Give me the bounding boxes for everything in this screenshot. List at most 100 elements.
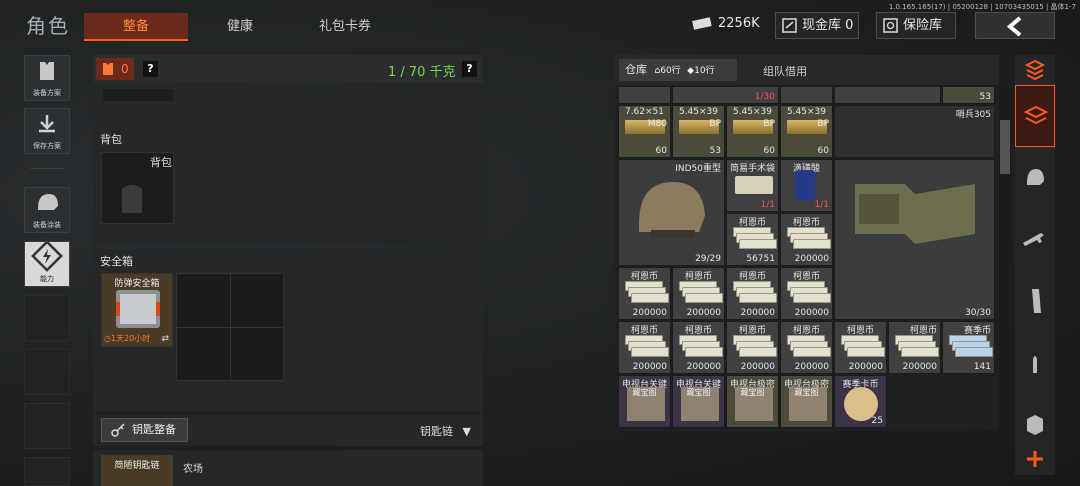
backpack-slot-label: 背包	[150, 156, 172, 169]
helmet-item[interactable]: IND50重型 29/29	[618, 159, 725, 266]
category-all[interactable]	[1015, 85, 1055, 147]
cash-item[interactable]: 柯恩币 200000	[780, 213, 833, 266]
map-item[interactable]: 电视台极密 藏宝图	[780, 375, 833, 428]
cash-item[interactable]: 柯恩币 200000	[672, 267, 725, 320]
safe-box-timer: ◷1天20小时	[104, 333, 150, 344]
stash-item[interactable]	[618, 86, 671, 104]
armor-help-button[interactable]: ?	[143, 61, 158, 77]
season-card-coin-item[interactable]: 赛季卡币 25	[834, 375, 887, 428]
equipment-slot[interactable]	[103, 89, 173, 101]
weight-help-button[interactable]: ?	[462, 61, 477, 77]
box-icon	[1027, 415, 1043, 435]
stash-scrollbar[interactable]	[999, 86, 1011, 431]
item-count: 56751	[746, 254, 775, 264]
cash-item[interactable]: 柯恩币 200000	[618, 321, 671, 374]
paint-label: 装备涂装	[33, 221, 61, 229]
loadout-plan-button[interactable]: 装备方案	[24, 55, 70, 101]
ammo-item[interactable]: 5.45×39 BP 60	[780, 105, 833, 158]
cash-item[interactable]: 柯恩币 200000	[834, 321, 887, 374]
save-plan-button[interactable]: 保存方案	[24, 108, 70, 154]
rifle-icon	[1023, 233, 1044, 246]
item-count: 200000	[794, 254, 829, 264]
keychain-item[interactable]: 简陋钥匙链	[101, 455, 173, 486]
item-name: 简易手术袋	[729, 164, 775, 174]
item-count: 1/30	[754, 92, 775, 102]
layers-icon	[1023, 105, 1049, 125]
item-count: 200000	[740, 308, 775, 318]
cash-item[interactable]: 柯恩币 200000	[672, 321, 725, 374]
top-bar: 角色 整备 健康 礼包卡券 1.0.165.165(17) | 05200128…	[0, 0, 1080, 44]
stash-item[interactable]	[780, 86, 833, 104]
back-button[interactable]	[975, 12, 1055, 39]
map-item[interactable]: 电视台关键 藏宝图	[618, 375, 671, 428]
safe-box-title: 安全箱	[100, 255, 133, 268]
tab-equip[interactable]: 整备	[84, 13, 188, 41]
stash-item[interactable]: 53	[942, 86, 995, 104]
stash-item[interactable]: 1/30	[672, 86, 779, 104]
category-misc[interactable]	[1015, 403, 1055, 447]
keychain-dropdown[interactable]: 钥匙链 ▼	[420, 423, 471, 439]
backpack-slot[interactable]: 背包	[101, 152, 174, 224]
money-amount: 2256K	[718, 16, 760, 31]
sort-icon	[1024, 59, 1046, 81]
scrollbar-thumb[interactable]	[1000, 120, 1010, 174]
safe-box-section: 安全箱 防弹安全箱 ◷1天20小时 ⇄	[93, 249, 483, 412]
ammo-item[interactable]: 5.45×39 BP 60	[726, 105, 779, 158]
safe-vault-button[interactable]: 保险库	[876, 12, 956, 39]
money-display: 2256K	[692, 16, 760, 31]
item-name: 5.45×39	[786, 107, 827, 117]
item-sub: BP	[709, 119, 721, 129]
item-count: 200000	[902, 362, 937, 372]
surgery-kit-item[interactable]: 简易手术袋 1/1	[726, 159, 779, 212]
item-sub: 藏宝图	[686, 388, 711, 397]
stash-item[interactable]: 哨兵305	[834, 105, 995, 158]
cash-item[interactable]: 柯恩币 200000	[888, 321, 941, 374]
cash-stack-icon	[787, 227, 831, 249]
ammo-item[interactable]: 7.62×51 M80 60	[618, 105, 671, 158]
cash-item[interactable]: 柯恩币 200000	[780, 321, 833, 374]
swap-icon: ⇄	[161, 334, 169, 344]
cash-item[interactable]: 柯恩币 200000	[726, 321, 779, 374]
category-weapon[interactable]	[1015, 217, 1055, 261]
stash-tab[interactable]: 仓库 ⌂60行 ◆10行	[619, 59, 737, 81]
safe-box-item[interactable]: 防弹安全箱 ◷1天20小时 ⇄	[101, 273, 173, 347]
cash-item[interactable]: 柯恩币 200000	[780, 267, 833, 320]
season-coin-item[interactable]: 赛季币 141	[942, 321, 995, 374]
cash-stack-icon	[895, 335, 939, 357]
key-equip-button[interactable]: 钥匙整备	[101, 418, 188, 442]
bullet-icon	[1033, 356, 1037, 373]
item-count: 60	[655, 146, 667, 156]
item-count: 53	[979, 92, 991, 102]
map-item[interactable]: 电视台极密 藏宝图	[726, 375, 779, 428]
vest-item[interactable]: 30/30	[834, 159, 995, 320]
cash-stack-icon	[733, 227, 777, 249]
category-ammo[interactable]	[1015, 341, 1055, 385]
armor-badge: 0	[96, 58, 134, 80]
ammo-item[interactable]: 5.45×39 BP 53	[672, 105, 725, 158]
item-count: 29/29	[695, 254, 721, 264]
add-category-button[interactable]	[1015, 443, 1055, 475]
map-item[interactable]: 电视台关键 藏宝图	[672, 375, 725, 428]
ability-button[interactable]: 能力	[24, 240, 70, 287]
loadout-header: 0 ? 1 / 70 千克 ?	[93, 55, 483, 83]
empty-nav-slot	[24, 403, 70, 449]
cash-vault-button[interactable]: 现金库 0	[775, 12, 859, 39]
item-count: 53	[709, 146, 721, 156]
cash-item[interactable]: 柯恩币 56751	[726, 213, 779, 266]
cash-stack-icon	[733, 335, 777, 357]
cash-item[interactable]: 柯恩币 200000	[618, 267, 671, 320]
surgery-kit-icon	[735, 176, 773, 194]
item-sub: M80	[647, 119, 667, 129]
paint-button[interactable]: 装备涂装	[24, 187, 70, 233]
tab-health[interactable]: 健康	[196, 13, 284, 41]
item-sub: 藏宝图	[632, 388, 657, 397]
safe-box-grid[interactable]	[176, 273, 284, 381]
tab-gift-cards[interactable]: 礼包卡券	[296, 13, 394, 41]
cash-item[interactable]: 柯恩币 200000	[726, 267, 779, 320]
stash-item[interactable]	[834, 86, 941, 104]
category-magazine[interactable]	[1015, 279, 1055, 323]
squad-borrow-tab[interactable]: 组队借用	[763, 63, 807, 79]
category-helmet[interactable]	[1015, 155, 1055, 199]
chevron-down-icon: ▼	[462, 425, 471, 438]
acid-item[interactable]: 滴磺酸 1/1	[780, 159, 833, 212]
